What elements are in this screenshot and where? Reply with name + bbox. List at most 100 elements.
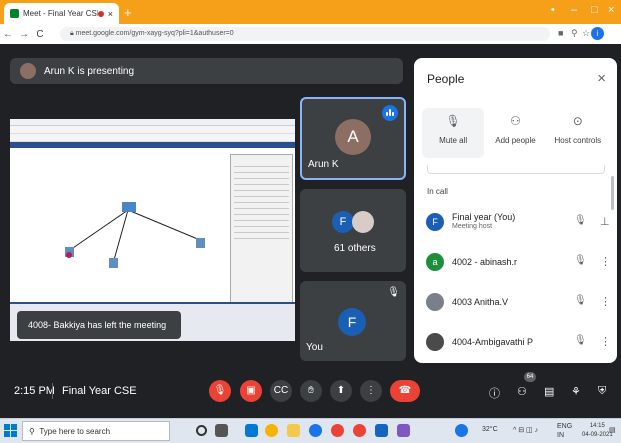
shared-app-toolbar-2 [10, 134, 295, 142]
participant-tile-arun[interactable]: A Arun K [300, 97, 406, 180]
host-controls-icon[interactable]: ⛨ [598, 385, 606, 398]
maximize-button[interactable]: □ [591, 4, 598, 16]
star-icon[interactable]: ☆ [582, 28, 590, 39]
search-people-field[interactable] [427, 165, 605, 174]
help-icon[interactable] [455, 424, 468, 437]
participant-count-badge: 64 [524, 372, 536, 382]
add-people-button[interactable]: ⚇ Add people [484, 108, 546, 158]
meeting-details-icon[interactable]: ⓘ [489, 385, 500, 401]
address-bar: ← → C 🔒︎ meet.google.com/gym-xayg-syq?pl… [0, 24, 621, 44]
zoom-icon[interactable]: ⚲ [571, 28, 578, 39]
tile-name: You [306, 342, 323, 353]
activities-icon[interactable]: ⚘ [571, 385, 581, 398]
account-dot-icon[interactable]: • [551, 4, 555, 16]
participant-row[interactable]: a 4002 - abinash.r 🎙︎ ⋮ [426, 247, 611, 281]
taskbar-search[interactable]: ⚲ Type here to search [22, 421, 170, 441]
weather-temperature[interactable]: 32°C [482, 426, 498, 433]
participant-name: 4004-Ambigavathi P [452, 337, 534, 347]
participant-row[interactable]: 4004-Ambigavathi P 🎙︎ ⋮ [426, 327, 611, 361]
mic-off-icon[interactable]: 🎙︎ [574, 255, 587, 266]
search-placeholder: Type here to search [39, 426, 111, 436]
forward-icon[interactable]: → [16, 29, 32, 40]
participant-avatar [426, 333, 444, 351]
clock-time: 14:15 [589, 423, 605, 429]
raise-hand-button[interactable]: ✋︎ [300, 380, 322, 402]
mic-off-icon[interactable]: 🎙︎ [574, 335, 587, 346]
participant-avatar: F [426, 213, 444, 231]
cortana-icon[interactable] [196, 425, 207, 436]
window-close-button[interactable]: × [608, 4, 614, 16]
more-options-button[interactable]: ⋮ [360, 380, 382, 402]
self-tile[interactable]: 🎙︎ F You [300, 281, 406, 361]
chrome-icon[interactable] [265, 424, 278, 437]
in-call-heading: In call [427, 187, 448, 196]
more-options-icon[interactable]: ⋮ [600, 335, 611, 348]
task-view-icon[interactable] [215, 424, 228, 437]
mic-toggle-button[interactable]: 🎙︎ [209, 380, 231, 402]
mute-all-button[interactable]: 🎙︎ Mute all [422, 108, 485, 158]
chat-icon[interactable]: ▤ [544, 385, 554, 398]
participant-row[interactable]: 4003 Anitha.V 🎙︎ ⋮ [426, 287, 611, 321]
chrome-app-icon[interactable] [331, 424, 344, 437]
camera-toggle-button[interactable]: ▣ [240, 380, 262, 402]
others-count: 61 others [334, 243, 376, 254]
arun-avatar: A [335, 119, 371, 155]
panel-close-icon[interactable]: × [597, 70, 606, 87]
others-tile[interactable]: F 61 others [300, 189, 406, 272]
minimize-button[interactable]: – [571, 4, 577, 16]
profile-avatar[interactable]: i [591, 27, 604, 40]
pin-icon[interactable]: ⊥ [600, 215, 610, 228]
leave-call-button[interactable]: ☎︎ [390, 380, 420, 402]
browser-tab-bar: Meet - Final Year CSE × + • – □ × [0, 0, 621, 24]
participant-avatar: a [426, 253, 444, 271]
browser-tab[interactable]: Meet - Final Year CSE × [4, 3, 119, 24]
shared-app-toolbar [10, 126, 295, 134]
url-field[interactable]: 🔒︎ meet.google.com/gym-xayg-syq?pli=1&au… [60, 27, 550, 41]
toggle-icon: ⊙ [572, 114, 583, 128]
shared-app-config-panel [230, 154, 293, 304]
presenting-banner: Arun K is presenting [10, 58, 403, 84]
switch-node [122, 202, 136, 212]
tab-close-icon[interactable]: × [108, 9, 113, 19]
mute-all-label: Mute all [439, 136, 468, 145]
meet-favicon-icon [10, 9, 19, 18]
participant-name: 4003 Anitha.V [452, 297, 509, 307]
more-options-icon[interactable]: ⋮ [600, 295, 611, 308]
mic-off-icon[interactable]: 🎙︎ [574, 295, 587, 306]
people-actions: 🎙︎ Mute all ⚇ Add people ⊙ Host controls [422, 108, 609, 158]
mic-off-icon: 🎙︎ [445, 114, 461, 128]
mic-off-icon[interactable]: 🎙︎ [574, 215, 587, 226]
captions-button[interactable]: CC [270, 380, 292, 402]
others-photo-avatar [352, 211, 374, 233]
reload-icon[interactable]: C [32, 29, 48, 40]
new-tab-button[interactable]: + [124, 5, 132, 20]
more-options-icon[interactable]: ⋮ [600, 255, 611, 268]
file-explorer-icon[interactable] [287, 424, 300, 437]
panel-scrollbar[interactable] [611, 176, 614, 210]
app-icon[interactable] [397, 424, 410, 437]
tab-title: Meet - Final Year CSE [23, 9, 98, 18]
pc-node-2 [109, 258, 118, 268]
packet-tracer-icon[interactable] [375, 424, 388, 437]
store-icon[interactable] [245, 424, 258, 437]
host-controls-button[interactable]: ⊙ Host controls [547, 108, 609, 158]
participant-name: 4002 - abinash.r [452, 257, 518, 267]
tray-icons[interactable]: ^ ⊟ ◫ ♪ [513, 426, 538, 434]
region-code: IN [557, 432, 564, 439]
shared-screen [10, 119, 295, 341]
back-icon[interactable]: ← [0, 29, 16, 40]
shared-app-workspace-bar [10, 142, 295, 148]
notifications-icon[interactable]: ▤ [609, 426, 616, 434]
left-meeting-toast: 4008- Bakkiya has left the meeting [17, 311, 181, 339]
pc-node-3 [196, 238, 205, 248]
camera-indicator-icon[interactable]: ■ [558, 28, 563, 38]
present-button[interactable]: ⬆ [330, 380, 352, 402]
windows-start-icon[interactable] [4, 424, 18, 438]
chrome-app-2-icon[interactable] [353, 424, 366, 437]
edge-icon[interactable] [309, 424, 322, 437]
participant-row[interactable]: F Final year (You) Meeting host 🎙︎ ⊥ [426, 207, 610, 241]
speaking-indicator-icon [382, 105, 398, 121]
input-language[interactable]: ENG IN [557, 422, 572, 440]
people-icon[interactable]: ⚇ [517, 385, 527, 398]
recording-dot-icon [97, 10, 104, 17]
